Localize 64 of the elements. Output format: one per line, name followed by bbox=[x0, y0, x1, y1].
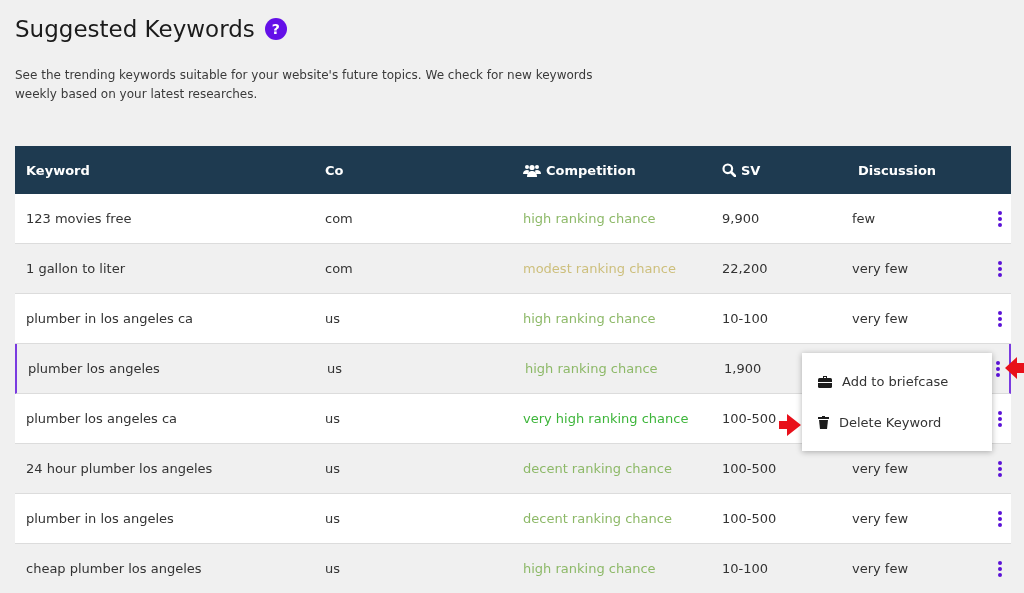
table-cell: very few bbox=[852, 311, 909, 326]
table-cell: 10-100 bbox=[722, 311, 769, 326]
competition-label: high ranking chance bbox=[525, 361, 658, 376]
more-icon[interactable] bbox=[998, 211, 1002, 227]
column-header[interactable]: Competition bbox=[546, 162, 636, 178]
menu-item[interactable]: Delete Keyword bbox=[802, 402, 992, 443]
more-icon[interactable] bbox=[998, 511, 1002, 527]
table-cell: few bbox=[852, 211, 876, 226]
more-icon[interactable] bbox=[998, 311, 1002, 327]
table-cell: 100-500 bbox=[722, 461, 777, 476]
table-cell: plumber in los angeles ca bbox=[26, 311, 194, 326]
table-cell: com bbox=[325, 261, 353, 276]
table-cell: very few bbox=[852, 561, 909, 576]
table-cell: 9,900 bbox=[722, 211, 760, 226]
briefcase-icon bbox=[818, 375, 832, 388]
column-header[interactable]: Discussion bbox=[858, 162, 937, 178]
table-cell: 100-500 bbox=[722, 511, 777, 526]
table-cell: 1 gallon to liter bbox=[26, 261, 126, 276]
competition-label: high ranking chance bbox=[523, 311, 656, 326]
column-header[interactable]: Keyword bbox=[26, 162, 90, 178]
more-icon[interactable] bbox=[998, 261, 1002, 277]
arrow-drawing bbox=[779, 414, 801, 436]
table-cell: very few bbox=[852, 461, 909, 476]
table-cell: 1,900 bbox=[724, 361, 762, 376]
column-header[interactable]: Co bbox=[325, 162, 344, 178]
table-cell: us bbox=[325, 311, 340, 326]
more-icon[interactable] bbox=[998, 411, 1002, 427]
table-row[interactable]: plumber in los angeles ca us high ranking chance 10-100 very few bbox=[15, 294, 1011, 344]
help-icon[interactable]: ? bbox=[264, 18, 287, 40]
table-cell: plumber los angeles ca bbox=[26, 411, 178, 426]
table-cell: us bbox=[327, 361, 342, 376]
table-cell: com bbox=[325, 211, 353, 226]
competition-label: high ranking chance bbox=[523, 561, 656, 576]
more-icon[interactable] bbox=[996, 361, 1000, 377]
competition-label: decent ranking chance bbox=[523, 511, 672, 526]
table-cell: very few bbox=[852, 511, 909, 526]
arrow-drawing bbox=[1005, 357, 1024, 379]
table-cell: plumber in los angeles bbox=[26, 511, 174, 526]
table-cell: us bbox=[325, 561, 340, 576]
competition-label: high ranking chance bbox=[523, 211, 656, 226]
table-cell: 22,200 bbox=[722, 261, 768, 276]
table-row[interactable]: 123 movies free com high ranking chance 9,900 few bbox=[15, 194, 1011, 244]
table-cell: very few bbox=[852, 261, 909, 276]
table-cell: 100-500 bbox=[722, 411, 777, 426]
table-cell: plumber los angeles bbox=[28, 361, 160, 376]
table-cell: 24 hour plumber los angeles bbox=[26, 461, 213, 476]
page-title: Suggested Keywords bbox=[15, 16, 255, 42]
more-icon[interactable] bbox=[998, 561, 1002, 577]
table-cell: 123 movies free bbox=[26, 211, 132, 226]
column-header[interactable]: SV bbox=[741, 162, 761, 178]
competition-label: very high ranking chance bbox=[523, 411, 689, 426]
table-cell: us bbox=[325, 461, 340, 476]
trash-icon bbox=[818, 416, 829, 429]
table-cell: 10-100 bbox=[722, 561, 769, 576]
description: See the trending keywords suitable for your website's future topics. We check for new keywords weekly based on your latest researches. bbox=[15, 67, 594, 103]
table-cell: cheap plumber los angeles bbox=[26, 561, 202, 576]
competition-label: decent ranking chance bbox=[523, 461, 672, 476]
table-cell: us bbox=[325, 411, 340, 426]
more-icon[interactable] bbox=[998, 461, 1002, 477]
search-icon bbox=[722, 163, 736, 177]
users-icon bbox=[523, 163, 541, 177]
table-cell: us bbox=[325, 511, 340, 526]
competition-label: modest ranking chance bbox=[523, 261, 676, 276]
table-row[interactable]: plumber in los angeles us decent ranking chance 100-500 very few bbox=[15, 494, 1011, 544]
